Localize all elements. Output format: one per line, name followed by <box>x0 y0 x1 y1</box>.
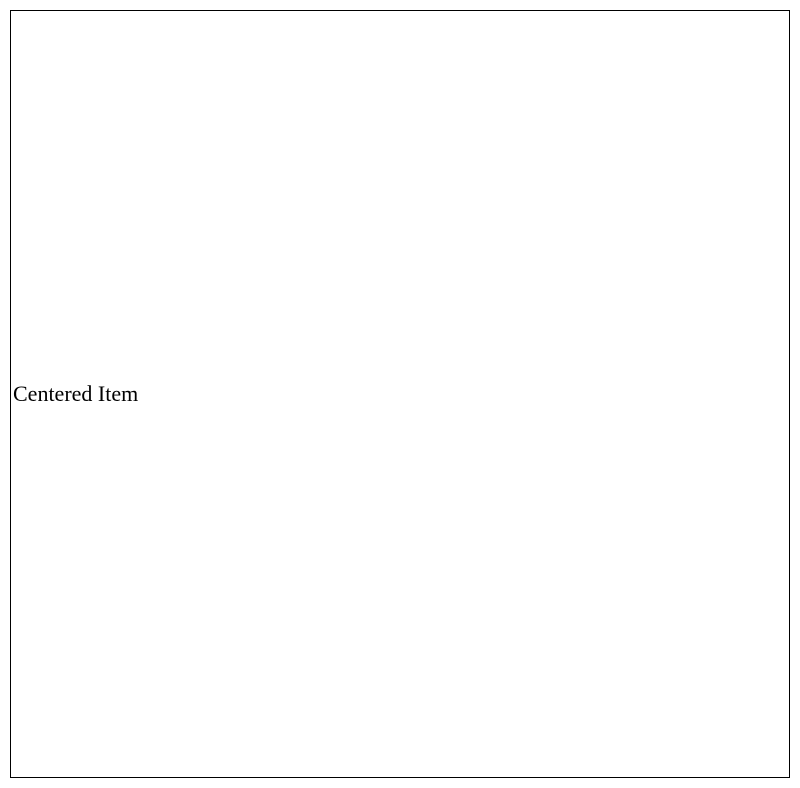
centered-item-label: Centered Item <box>11 381 138 407</box>
main-container: Centered Item <box>10 10 790 778</box>
